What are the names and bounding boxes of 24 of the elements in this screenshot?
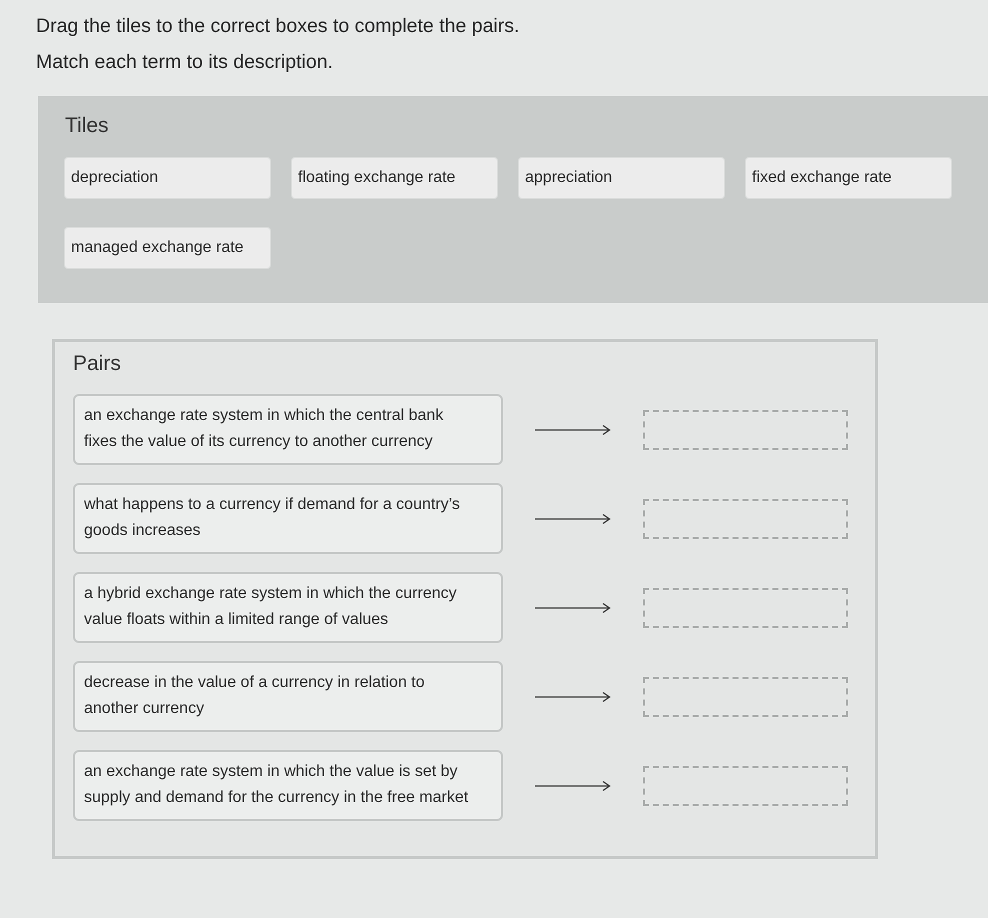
term-tile[interactable]: managed exchange rate	[65, 228, 270, 268]
arrow-icon	[535, 780, 611, 792]
drop-zone[interactable]	[643, 588, 848, 628]
drop-zone[interactable]	[643, 410, 848, 450]
description-card: an exchange rate system in which the value is set by supply and demand for the currency in the free market	[73, 750, 503, 821]
description-card: a hybrid exchange rate system in which the currency value floats within a limited range of values	[73, 572, 503, 643]
instruction-text: Drag the tiles to the correct boxes to complete the pairs.	[36, 14, 520, 38]
description-card: an exchange rate system in which the central bank fixes the value of its currency to another currency	[73, 394, 503, 465]
arrow-icon	[535, 512, 611, 524]
term-tile[interactable]: depreciation	[65, 158, 270, 198]
arrow-icon	[535, 602, 611, 614]
panel-title: Tiles	[65, 113, 109, 139]
term-tile[interactable]: floating exchange rate	[292, 158, 497, 198]
arrow-icon	[535, 690, 611, 702]
drop-zone[interactable]	[643, 498, 848, 538]
instruction-text: Match each term to its description.	[36, 50, 333, 74]
term-tile[interactable]: fixed exchange rate	[746, 158, 951, 198]
arrow-icon	[535, 424, 611, 436]
drop-zone[interactable]	[643, 676, 848, 716]
drop-zone[interactable]	[643, 766, 848, 806]
term-tile[interactable]: appreciation	[519, 158, 724, 198]
description-card: what happens to a currency if demand for a country’s goods increases	[73, 483, 503, 554]
description-card: decrease in the value of a currency in relation to another currency	[73, 661, 503, 732]
panel-title: Pairs	[73, 351, 121, 377]
